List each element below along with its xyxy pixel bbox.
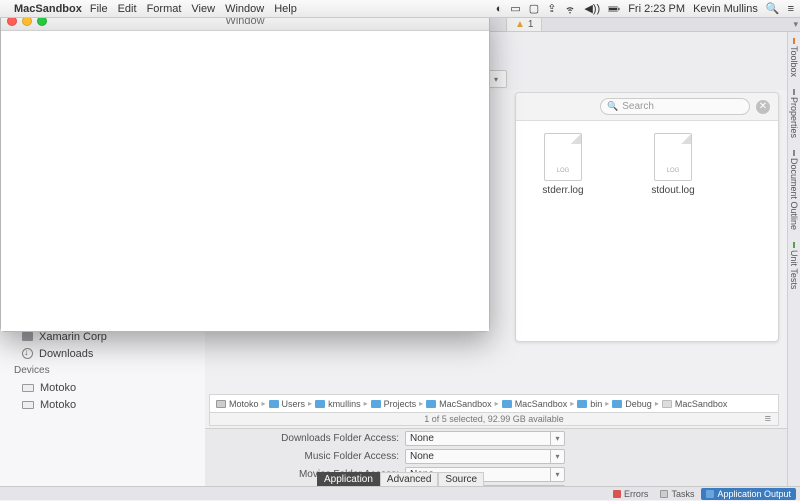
search-placeholder: Search [622, 101, 654, 112]
file-browser-panel: 🔍 Search ✕ LOG stderr.log LOG stdout.log [515, 92, 779, 342]
status-errors[interactable]: Errors [608, 488, 654, 500]
tray-wifi-icon[interactable] [564, 3, 576, 15]
properties-form: Downloads Folder Access: None Music Fold… [205, 428, 787, 486]
folder-icon [371, 400, 381, 408]
tab-advanced[interactable]: Advanced [380, 472, 438, 486]
file-panel-header: 🔍 Search ✕ [516, 93, 778, 121]
tray-notifications-icon[interactable]: ≡ [788, 3, 794, 15]
file-label: stderr.log [542, 185, 583, 196]
sidebar-item-label: Downloads [39, 348, 93, 360]
menu-file[interactable]: File [90, 3, 108, 15]
app-window: Window [0, 11, 490, 332]
form-tabs: Application Advanced Source [317, 472, 484, 486]
ide-statusbar: Errors Tasks Application Output [0, 486, 800, 500]
right-tab-unit-tests[interactable]: Unit Tests [788, 236, 800, 295]
form-row-downloads: Downloads Folder Access: None [205, 429, 787, 447]
tray-cloud-icon[interactable]: ▭ [510, 2, 520, 15]
drive-icon [22, 384, 34, 392]
ide-right-tabstrip: Toolbox Properties Document Outline Unit… [787, 32, 800, 486]
tray-user[interactable]: Kevin Mullins [693, 3, 758, 15]
tray-volume-icon[interactable]: ◀)) [584, 2, 600, 15]
chevron-down-icon [550, 432, 564, 445]
macos-menubar: MacSandbox File Edit Format View Window … [0, 0, 800, 18]
chevron-down-icon [550, 468, 564, 481]
warning-count: 1 [528, 19, 534, 30]
tab-source[interactable]: Source [438, 472, 484, 486]
status-app-output[interactable]: Application Output [701, 488, 796, 500]
menu-edit[interactable]: Edit [118, 3, 137, 15]
chevron-down-icon [550, 450, 564, 463]
tray-upload-icon[interactable]: ⇪ [547, 2, 556, 15]
document-icon: LOG [544, 133, 582, 181]
sidebar-header-devices: Devices [10, 362, 201, 379]
tray-spotlight-icon[interactable]: 🔍 [766, 2, 780, 15]
warnings-badge[interactable]: ▲ 1 [506, 18, 542, 32]
download-icon [22, 348, 33, 359]
music-access-select[interactable]: None [405, 449, 565, 464]
folder-icon [577, 400, 587, 408]
menu-format[interactable]: Format [147, 3, 182, 15]
sidebar-item-downloads[interactable]: Downloads [10, 345, 201, 362]
menubar-tray: ◐ ▭ ▢ ⇪ ◀)) Fri 2:23 PM Kevin Mullins 🔍 … [496, 2, 794, 15]
tray-battery-icon[interactable] [608, 3, 620, 15]
panel-chevron-icon[interactable]: ▾ [793, 19, 798, 30]
tasks-icon [660, 490, 668, 498]
folder-icon [269, 400, 279, 408]
file-panel-status: 1 of 5 selected, 92.99 GB available ≡ [209, 412, 779, 426]
tab-application[interactable]: Application [317, 472, 380, 486]
sidebar-device-1[interactable]: Motoko [10, 396, 201, 413]
menu-view[interactable]: View [191, 3, 215, 15]
warning-icon: ▲ [515, 19, 525, 30]
menu-window[interactable]: Window [225, 3, 264, 15]
output-icon [706, 490, 714, 498]
form-row-music: Music Folder Access: None [205, 447, 787, 465]
status-tasks[interactable]: Tasks [655, 488, 699, 500]
folder-icon [315, 400, 325, 408]
folder-icon [426, 400, 436, 408]
app-window-content [1, 31, 489, 331]
hamburger-icon[interactable]: ≡ [765, 413, 772, 425]
sidebar-item-label: Motoko [40, 382, 76, 394]
form-row-movies: Movies Folder Access: None [205, 465, 787, 483]
right-tab-properties[interactable]: Properties [788, 83, 800, 144]
file-item-stderr[interactable]: LOG stderr.log [528, 133, 598, 329]
file-panel-close-button[interactable]: ✕ [756, 100, 770, 114]
downloads-access-select[interactable]: None [405, 431, 565, 446]
right-tab-document-outline[interactable]: Document Outline [788, 144, 800, 236]
file-label: stdout.log [651, 185, 694, 196]
menu-help[interactable]: Help [274, 3, 297, 15]
tray-sync-icon[interactable]: ◐ [496, 3, 503, 15]
search-icon: 🔍 [607, 101, 618, 112]
file-item-stdout[interactable]: LOG stdout.log [638, 133, 708, 329]
breadcrumb[interactable]: Motoko Users kmullins Projects MacSandbo… [209, 394, 779, 412]
menubar-app-name[interactable]: MacSandbox [14, 3, 82, 15]
form-label: Downloads Folder Access: [205, 433, 405, 444]
sidebar-device-0[interactable]: Motoko [10, 379, 201, 396]
tray-clock[interactable]: Fri 2:23 PM [628, 3, 685, 15]
folder-icon [612, 400, 622, 408]
app-icon [662, 400, 672, 408]
form-label: Music Folder Access: [205, 451, 405, 462]
folder-icon [22, 332, 33, 341]
folder-icon [502, 400, 512, 408]
file-search-input[interactable]: 🔍 Search [600, 98, 750, 115]
drive-icon [22, 401, 34, 409]
tray-display-icon[interactable]: ▢ [529, 2, 539, 15]
sidebar-item-label: Motoko [40, 399, 76, 411]
document-icon: LOG [654, 133, 692, 181]
sidebar-item-label: Xamarin Corp [39, 331, 107, 343]
error-icon [613, 490, 621, 498]
right-tab-toolbox[interactable]: Toolbox [788, 32, 800, 83]
drive-icon [216, 400, 226, 408]
